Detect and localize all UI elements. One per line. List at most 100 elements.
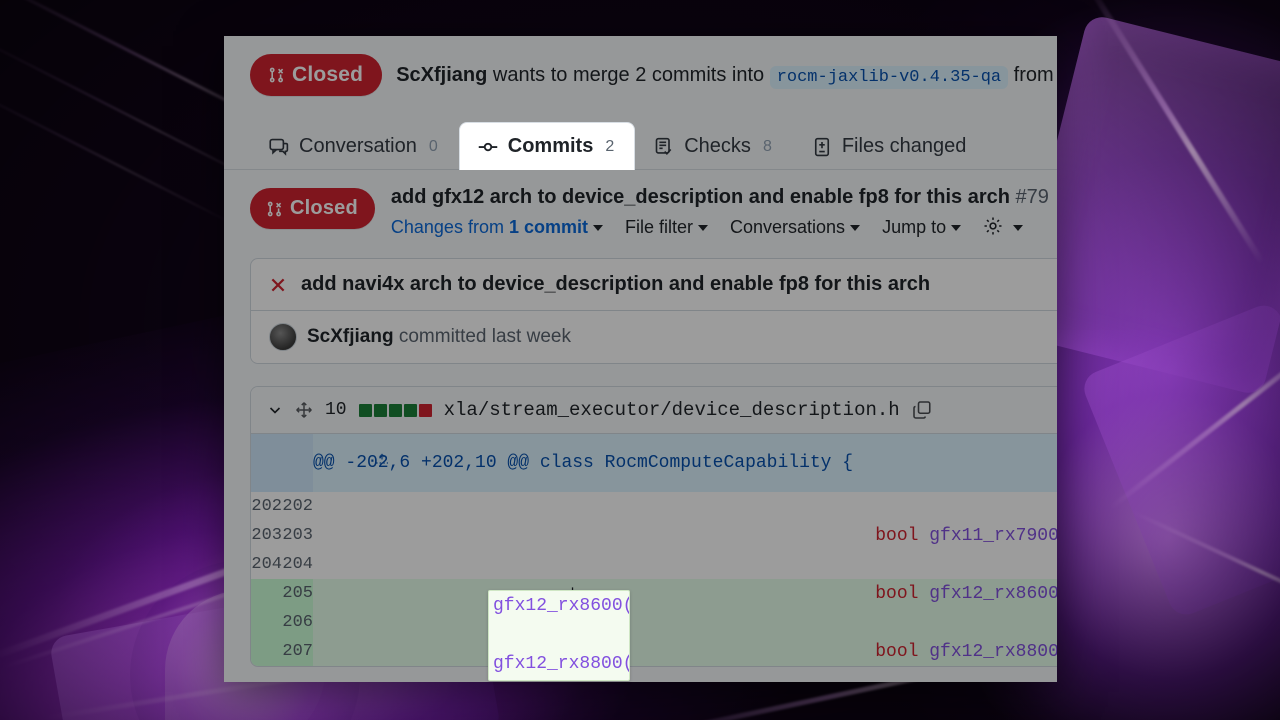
file-change-count: 10 — [325, 400, 347, 420]
tab-checks[interactable]: Checks 8 — [635, 122, 793, 170]
file-diff-icon — [814, 137, 829, 156]
symbol-highlight-overlay[interactable]: gfx12_rx8600() gfx12_rx8800() — [488, 590, 630, 681]
file-diff-header: 10 xla/stream_executor/device_descriptio… — [251, 387, 1057, 434]
chevron-down-icon[interactable] — [267, 402, 283, 418]
pr-header-text: add gfx12 arch to device_description and… — [391, 184, 1049, 238]
diff-stat-square-del — [418, 403, 432, 417]
pr-number: #79 — [1015, 186, 1049, 208]
code-text-205: bool gfx12_rx8600() const { return gfx_v… — [875, 583, 1057, 604]
line-number-old: 202 — [251, 492, 282, 521]
file-path[interactable]: xla/stream_executor/device_description.h — [444, 399, 900, 421]
pr-author-name: ScXfjiang — [396, 63, 488, 86]
pr-subtoolbar: Changes from 1 commit File filter Conver… — [391, 216, 1049, 238]
diff-code[interactable]: bool gfx11_rx7900() const { return gfx_v… — [832, 521, 1057, 550]
changes-from-prefix: Changes from — [390, 216, 509, 237]
tab-files-changed[interactable]: Files changed — [793, 122, 986, 170]
commit-author-line: ScXfjiang committed last week — [307, 326, 571, 348]
pull-request-closed-icon — [267, 201, 282, 216]
line-number-old — [251, 608, 282, 637]
diff-settings-dropdown[interactable] — [983, 216, 1024, 238]
gear-icon — [984, 217, 1002, 235]
tab-conversation[interactable]: Conversation 0 — [250, 122, 459, 170]
line-number-old — [251, 579, 282, 608]
pr-header: Closed add gfx12 arch to device_descript… — [224, 170, 1057, 250]
diff-row-added: 207 + bool gfx12_rx8800() const { return… — [251, 637, 1057, 666]
commit-author[interactable]: ScXfjiang — [307, 326, 394, 347]
symbol-highlight-top: gfx12_rx8600() — [493, 596, 630, 616]
commit-title-row[interactable]: add navi4x arch to device_description an… — [251, 259, 1057, 310]
merge-description: ScXfjiang wants to merge 2 commits into … — [396, 63, 1057, 89]
diff-row-added: 206 + — [251, 608, 1057, 637]
line-number-new: 203 — [282, 521, 313, 550]
code-text-207: bool gfx12_rx8800() const { return gfx_v… — [875, 641, 1057, 662]
file-diff-card: 10 xla/stream_executor/device_descriptio… — [250, 386, 1057, 667]
github-pull-request-window[interactable]: Closed ScXfjiang wants to merge 2 commit… — [224, 36, 1057, 682]
line-number-new: 202 — [282, 492, 313, 521]
commit-meta-row: ScXfjiang committed last week — [251, 310, 1057, 363]
diff-row-added: 205 + bool gfx12_rx8600() const { return… — [251, 579, 1057, 608]
tab-files-changed-label: Files changed — [841, 135, 967, 157]
file-filter-dropdown[interactable]: File filter — [625, 217, 708, 238]
pr-state-badge: Closed — [250, 188, 375, 229]
tab-commits-label: Commits — [507, 135, 594, 157]
copy-icon[interactable] — [912, 400, 932, 420]
line-number-old: 203 — [251, 521, 282, 550]
move-icon[interactable] — [295, 401, 313, 419]
diff-code[interactable] — [832, 608, 1057, 637]
diff-code[interactable] — [832, 492, 1057, 521]
conversations-dropdown[interactable]: Conversations — [730, 216, 861, 238]
commit-message[interactable]: add navi4x arch to device_description an… — [301, 273, 930, 296]
tab-commits[interactable]: Commits 2 — [458, 122, 636, 170]
pull-request-closed-icon — [269, 67, 284, 83]
file-filter-label: File filter — [624, 216, 693, 237]
changes-from-dropdown[interactable]: Changes from 1 commit — [391, 217, 603, 238]
tab-checks-count: 8 — [762, 137, 772, 155]
conversations-label: Conversations — [730, 216, 846, 237]
code-text-203: bool gfx11_rx7900() const { return gfx_v… — [875, 525, 1057, 546]
diff-code[interactable]: bool gfx12_rx8600() const { return gfx_v… — [832, 579, 1057, 608]
tab-commits-count: 2 — [605, 137, 615, 155]
diff-code[interactable] — [832, 550, 1057, 579]
tab-conversation-label: Conversation — [299, 135, 417, 157]
diff-code[interactable]: bool gfx12_rx8800() const { return gfx_v… — [832, 637, 1057, 666]
chevron-down-icon — [951, 224, 962, 231]
pr-title-text: add gfx12 arch to device_description and… — [390, 186, 1010, 208]
hunk-header-text: @@ -202,6 +202,10 @@ class RocmComputeCa… — [313, 434, 1057, 492]
diff-row-context: 202 202 — [251, 492, 1057, 521]
line-number-old — [251, 637, 282, 666]
hunk-expand-button[interactable] — [251, 434, 389, 492]
changes-from-commit-link[interactable]: 1 commit — [509, 217, 588, 237]
diff-stat-square-add — [373, 403, 387, 417]
avatar — [269, 323, 297, 351]
diff-stat-square-add — [388, 403, 402, 417]
git-commit-icon — [478, 142, 497, 151]
page-title: add gfx12 arch to device_description and… — [391, 184, 1049, 211]
pr-tab-bar: Conversation 0 Commits 2 Checks 8 Files … — [224, 112, 1057, 170]
diff-stat-bar — [358, 403, 432, 417]
pr-state-badge-top: Closed — [250, 54, 383, 96]
diff-hunk-header-row: @@ -202,6 +202,10 @@ class RocmComputeCa… — [251, 434, 1057, 492]
symbol-highlight-bottom: gfx12_rx8800() — [493, 654, 630, 674]
diff-table: @@ -202,6 +202,10 @@ class RocmComputeCa… — [251, 434, 1057, 666]
diff-stat-square-add — [403, 403, 417, 417]
merge-text-before: wants to merge 2 commits into — [487, 63, 770, 86]
base-branch-chip[interactable]: rocm-jaxlib-v0.4.35-qa — [769, 65, 1009, 89]
line-number-new: 205 — [282, 579, 313, 608]
pr-state-badge-top-label: Closed — [292, 63, 364, 86]
diff-row-context: 203 203 bool gfx11_rx7900() const { retu… — [251, 521, 1057, 550]
pr-state-badge-label: Closed — [290, 197, 358, 219]
unfold-icon — [376, 453, 389, 464]
diff-sign — [313, 521, 832, 550]
line-number-new: 207 — [282, 637, 313, 666]
chevron-down-icon — [1013, 225, 1024, 232]
jump-to-label: Jump to — [882, 216, 947, 237]
commit-time: committed last week — [398, 326, 571, 347]
jump-to-dropdown[interactable]: Jump to — [882, 216, 962, 238]
line-number-new: 206 — [282, 608, 313, 637]
diff-stat-square-add — [358, 403, 372, 417]
tab-checks-label: Checks — [684, 135, 751, 157]
line-number-old: 204 — [251, 550, 282, 579]
merge-text-middle: from — [1008, 63, 1057, 86]
chevron-down-icon — [698, 224, 708, 231]
diff-sign — [313, 550, 832, 579]
